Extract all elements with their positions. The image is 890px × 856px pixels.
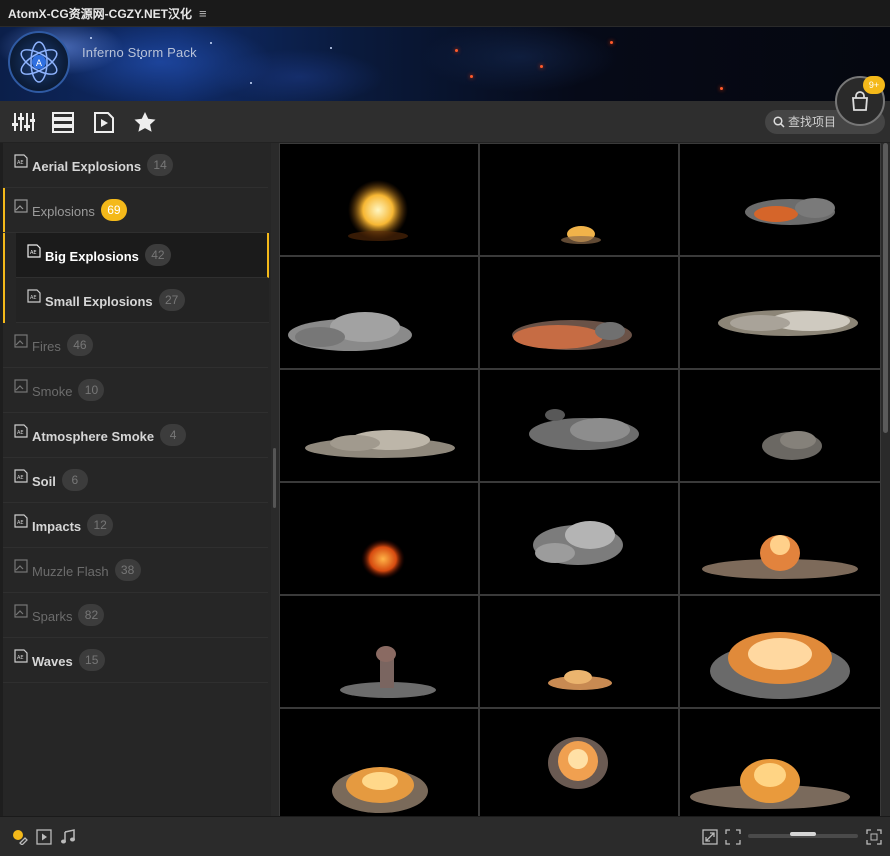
category-aerial-explosions[interactable]: AE Aerial Explosions 14 xyxy=(3,143,268,188)
fit-corners-icon xyxy=(725,829,741,845)
fit-button[interactable] xyxy=(725,829,741,845)
cart-badge: 9+ xyxy=(863,76,885,94)
category-impacts[interactable]: AE Impacts 12 xyxy=(3,503,268,548)
thumbnail-orange-smoke-cloud[interactable] xyxy=(480,257,678,368)
splitter-grip[interactable] xyxy=(273,448,276,508)
sliders-icon xyxy=(12,113,35,131)
category-atmosphere-smoke[interactable]: AE Atmosphere Smoke 4 xyxy=(3,413,268,458)
category-sparks[interactable]: Sparks 82 xyxy=(3,593,268,638)
thumbnail-small-smoke-puff[interactable] xyxy=(680,370,880,481)
thumbnail-low-dust-cloud[interactable] xyxy=(280,370,478,481)
star-favorites-icon xyxy=(134,112,156,132)
expand-button[interactable] xyxy=(702,829,718,845)
thumbnail-grey-smoke-cloud[interactable] xyxy=(280,257,478,368)
thumbnail-grid xyxy=(279,143,881,816)
list-view-button[interactable] xyxy=(50,110,76,134)
folder-image-icon xyxy=(13,603,29,619)
play-box-icon xyxy=(36,829,52,845)
media-preview-button[interactable] xyxy=(91,110,117,134)
category-muzzle-flash[interactable]: Muzzle Flash 38 xyxy=(3,548,268,593)
pack-banner: A Inferno Storm Pack xyxy=(0,27,890,101)
category-explosions[interactable]: Explosions 69 xyxy=(3,188,268,233)
ae-file-icon: AE xyxy=(13,153,29,169)
thumbnail-grey-smoke-billow[interactable] xyxy=(480,483,678,594)
expand-arrows-icon xyxy=(702,829,718,845)
search-icon xyxy=(773,116,785,128)
thumbnail-flat-fire-smoke-cloud[interactable] xyxy=(680,144,880,255)
panel-splitter[interactable] xyxy=(271,143,279,816)
thumbnail-low-flame-burst[interactable] xyxy=(480,596,678,707)
svg-text:AE: AE xyxy=(30,295,37,301)
svg-text:AE: AE xyxy=(30,250,37,256)
svg-text:A: A xyxy=(36,59,43,69)
grid-scrollbar[interactable] xyxy=(881,143,890,816)
thumbnail-drifting-smoke[interactable] xyxy=(480,370,678,481)
eyedropper-icon xyxy=(13,830,28,845)
cart-button[interactable]: 9+ xyxy=(835,76,885,126)
preview-video-toggle[interactable] xyxy=(36,829,52,845)
thumbnail-orange-fireball[interactable] xyxy=(280,483,478,594)
svg-text:AE: AE xyxy=(17,430,24,436)
slider-knob[interactable] xyxy=(790,832,816,836)
menu-icon[interactable]: ≡ xyxy=(199,6,207,21)
category-smoke[interactable]: Smoke 10 xyxy=(3,368,268,413)
thumbnail-small-ground-burst[interactable] xyxy=(480,144,678,255)
media-preview-icon xyxy=(94,112,114,133)
category-small-explosions[interactable]: AE Small Explosions 27 xyxy=(16,278,269,323)
audio-toggle[interactable] xyxy=(60,829,76,845)
favorites-button[interactable] xyxy=(132,110,158,134)
category-big-explosions[interactable]: AE Big Explosions 42 xyxy=(16,233,269,278)
window-title: AtomX-CG资源网-CGZY.NET汉化 xyxy=(8,6,192,21)
sliders-button[interactable] xyxy=(10,110,36,134)
thumbnail-fireball-smoke[interactable] xyxy=(280,709,478,816)
fullscreen-icon xyxy=(866,829,882,845)
ae-file-icon: AE xyxy=(13,423,29,439)
thumbnail-fireball-explosion[interactable] xyxy=(280,144,478,255)
thumbnail-hanging-fire-cloud[interactable] xyxy=(480,709,678,816)
footer-bar xyxy=(0,816,890,856)
music-note-icon xyxy=(61,829,75,844)
ae-file-icon: AE xyxy=(26,243,42,259)
category-fires[interactable]: Fires 46 xyxy=(3,323,268,368)
svg-text:AE: AE xyxy=(17,160,24,166)
thumbnail-white-smoke-plume[interactable] xyxy=(680,257,880,368)
folder-image-icon xyxy=(13,198,29,214)
atomx-logo[interactable]: A xyxy=(8,31,70,93)
pack-title: Inferno Storm Pack xyxy=(82,45,197,60)
ae-file-icon: AE xyxy=(26,288,42,304)
folder-image-icon xyxy=(13,378,29,394)
thumbnail-large-fire-mushroom[interactable] xyxy=(680,596,880,707)
ae-file-icon: AE xyxy=(13,648,29,664)
ae-file-icon: AE xyxy=(13,513,29,529)
thumbnail-ground-fire-burst[interactable] xyxy=(680,709,880,816)
svg-text:AE: AE xyxy=(17,520,24,526)
folder-image-icon xyxy=(13,558,29,574)
category-waves[interactable]: AE Waves 15 xyxy=(3,638,268,683)
svg-text:AE: AE xyxy=(17,475,24,481)
title-bar: AtomX-CG资源网-CGZY.NET汉化 ≡ xyxy=(0,0,890,27)
svg-text:AE: AE xyxy=(17,655,24,661)
effects-toggle[interactable] xyxy=(12,829,28,845)
ae-file-icon: AE xyxy=(13,468,29,484)
thumbnail-ground-explosion-debris[interactable] xyxy=(680,483,880,594)
list-view-icon xyxy=(52,112,74,133)
category-sidebar: AE Aerial Explosions 14 Explosions 69 AE… xyxy=(0,143,278,816)
toolbar xyxy=(0,101,890,143)
scrollbar-thumb[interactable] xyxy=(883,143,888,433)
thumbnail-size-slider[interactable] xyxy=(748,832,858,838)
thumbnail-smoke-column[interactable] xyxy=(280,596,478,707)
fullscreen-button[interactable] xyxy=(866,829,882,845)
category-soil[interactable]: AE Soil 6 xyxy=(3,458,268,503)
folder-image-icon xyxy=(13,333,29,349)
